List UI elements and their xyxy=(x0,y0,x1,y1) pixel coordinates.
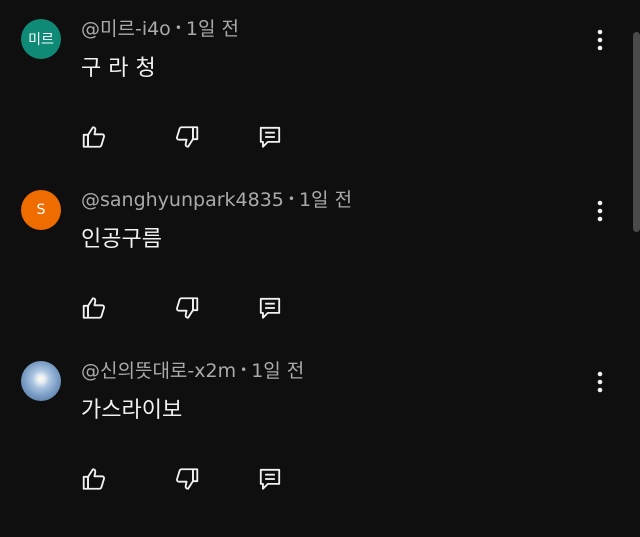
more-vertical-icon xyxy=(597,200,603,222)
reply-button[interactable] xyxy=(255,122,285,152)
comment-author[interactable]: @신의뜻대로-x2m xyxy=(81,360,236,382)
reply-button[interactable] xyxy=(255,293,285,323)
more-vertical-icon xyxy=(597,29,603,51)
thumbs-up-icon xyxy=(82,468,105,490)
comment-time: 1일 전 xyxy=(185,18,239,40)
comment-item: S @sanghyunpark4835 • 1일 전 인공구름 xyxy=(0,171,630,341)
separator-dot: • xyxy=(174,21,182,35)
dislike-button[interactable] xyxy=(172,122,202,152)
reply-comment-icon xyxy=(259,297,281,319)
reply-comment-icon xyxy=(259,126,281,148)
comment-item: @신의뜻대로-x2m • 1일 전 가스라이보 xyxy=(0,342,630,512)
separator-dot: • xyxy=(240,363,248,377)
more-options-button[interactable] xyxy=(588,189,612,233)
thumbs-up-icon xyxy=(82,126,105,148)
scrollbar[interactable] xyxy=(633,32,640,232)
thumbs-down-icon xyxy=(176,126,199,148)
dislike-button[interactable] xyxy=(172,293,202,323)
like-button[interactable] xyxy=(79,122,109,152)
like-button[interactable] xyxy=(79,293,109,323)
reply-button[interactable] xyxy=(255,464,285,494)
thumbs-up-icon xyxy=(82,297,105,319)
separator-dot: • xyxy=(287,192,295,206)
avatar[interactable] xyxy=(21,361,61,401)
comment-text: 인공구름 xyxy=(81,227,162,252)
thumbs-down-icon xyxy=(176,297,199,319)
more-options-button[interactable] xyxy=(588,18,612,62)
comment-time: 1일 전 xyxy=(298,189,353,211)
dislike-button[interactable] xyxy=(172,464,202,494)
comment-time: 1일 전 xyxy=(251,360,305,382)
comment-header: @sanghyunpark4835 • 1일 전 xyxy=(81,185,352,212)
thumbs-down-icon xyxy=(176,468,199,490)
comment-text: 가스라이보 xyxy=(81,398,183,423)
comment-item: 미르 @미르-i4o • 1일 전 구 라 청 xyxy=(0,0,630,170)
avatar[interactable]: 미르 xyxy=(21,19,61,59)
comment-author[interactable]: @미르-i4o xyxy=(81,18,171,40)
comment-header: @미르-i4o • 1일 전 xyxy=(81,14,239,41)
more-vertical-icon xyxy=(597,371,603,393)
like-button[interactable] xyxy=(79,464,109,494)
comment-text: 구 라 청 xyxy=(81,56,156,81)
reply-comment-icon xyxy=(259,468,281,490)
avatar[interactable]: S xyxy=(21,190,61,230)
more-options-button[interactable] xyxy=(588,360,612,404)
comment-header: @신의뜻대로-x2m • 1일 전 xyxy=(81,356,304,383)
comment-author[interactable]: @sanghyunpark4835 xyxy=(81,189,284,211)
